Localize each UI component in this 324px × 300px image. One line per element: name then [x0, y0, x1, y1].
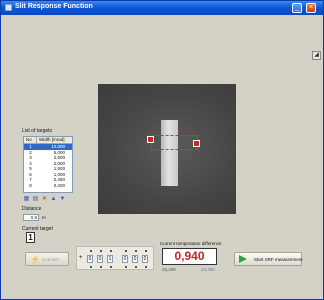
row-width: 0,200: [53, 182, 65, 188]
table-toolbar: ▦ ▤ ✕ ▲ ▼: [23, 196, 75, 203]
measurement-region[interactable]: [151, 135, 198, 150]
app-icon: [5, 4, 12, 11]
increment-dot[interactable]: [100, 250, 102, 252]
start-srf-button[interactable]: Start SRF measurement: [234, 252, 303, 266]
decrement-dot[interactable]: [135, 266, 137, 268]
counter-digit[interactable]: 1: [107, 255, 113, 263]
temperature-label: Current temperature difference: [160, 241, 222, 246]
close-button[interactable]: ×: [306, 3, 316, 13]
bottom-control-bar: ⚡ Connect + 0 0 1 0 0 0 Current temperat…: [1, 241, 323, 299]
slit-target-image: [161, 120, 178, 186]
plug-icon: ⚡: [30, 255, 40, 264]
thermal-image-preview[interactable]: [98, 84, 236, 214]
open-icon[interactable]: ▤: [32, 196, 39, 203]
delete-icon[interactable]: ✕: [41, 196, 48, 203]
decrement-dot[interactable]: [110, 266, 112, 268]
play-icon: [239, 255, 247, 263]
increment-dot[interactable]: [135, 250, 137, 252]
decrement-dot[interactable]: [145, 266, 147, 268]
connect-button[interactable]: ⚡ Connect: [25, 252, 69, 266]
decrement-dot[interactable]: [125, 266, 127, 268]
increment-dot[interactable]: [90, 250, 92, 252]
row-no: 8: [29, 182, 32, 188]
distance-unit: m: [42, 215, 46, 220]
temperature-left-value: 25,409: [162, 267, 176, 272]
client-area: List of targets No Width [mrad] 1 10,000…: [1, 15, 323, 299]
table-header: No Width [mrad]: [24, 137, 72, 144]
temperature-display: 0,940: [162, 248, 217, 265]
temperature-right-value: 24,469: [201, 267, 215, 272]
increment-dot[interactable]: [125, 250, 127, 252]
increment-dot[interactable]: [145, 250, 147, 252]
table-row[interactable]: 8 0,200: [24, 183, 72, 189]
connect-label: Connect: [42, 257, 59, 262]
distance-label: Distance: [22, 206, 42, 212]
counter-digit[interactable]: 0: [97, 255, 103, 263]
counter-digit[interactable]: 0: [142, 255, 148, 263]
move-up-icon[interactable]: ▲: [50, 196, 57, 203]
counter-digit[interactable]: 0: [132, 255, 138, 263]
app-window: Slit Response Function _ × List of targe…: [0, 0, 324, 300]
title-bar[interactable]: Slit Response Function _ ×: [1, 1, 323, 15]
save-icon[interactable]: ▦: [23, 196, 30, 203]
targets-panel: List of targets No Width [mrad] 1 10,000…: [21, 128, 77, 243]
roi-handle-left[interactable]: [147, 136, 154, 143]
decrement-dot[interactable]: [100, 266, 102, 268]
decrement-dot[interactable]: [90, 266, 92, 268]
roi-handle-right[interactable]: [193, 140, 200, 147]
window-title: Slit Response Function: [15, 3, 93, 10]
increment-dot[interactable]: [110, 250, 112, 252]
position-counter: + 0 0 1 0 0 0: [76, 246, 154, 270]
minimize-button[interactable]: _: [292, 3, 302, 13]
counter-digit[interactable]: 0: [122, 255, 128, 263]
resize-grip-icon[interactable]: ◢: [312, 51, 321, 60]
column-header-width[interactable]: Width [mrad]: [37, 137, 65, 143]
counter-sign: +: [79, 255, 83, 261]
targets-list-label: List of targets: [22, 128, 53, 134]
targets-table[interactable]: No Width [mrad] 1 10,000 2 5,000 3 2,500…: [23, 136, 73, 193]
counter-digit[interactable]: 0: [87, 255, 93, 263]
column-header-no[interactable]: No: [24, 137, 37, 143]
distance-input[interactable]: 0,5: [23, 214, 39, 221]
start-srf-label: Start SRF measurement: [254, 257, 303, 262]
move-down-icon[interactable]: ▼: [59, 196, 66, 203]
